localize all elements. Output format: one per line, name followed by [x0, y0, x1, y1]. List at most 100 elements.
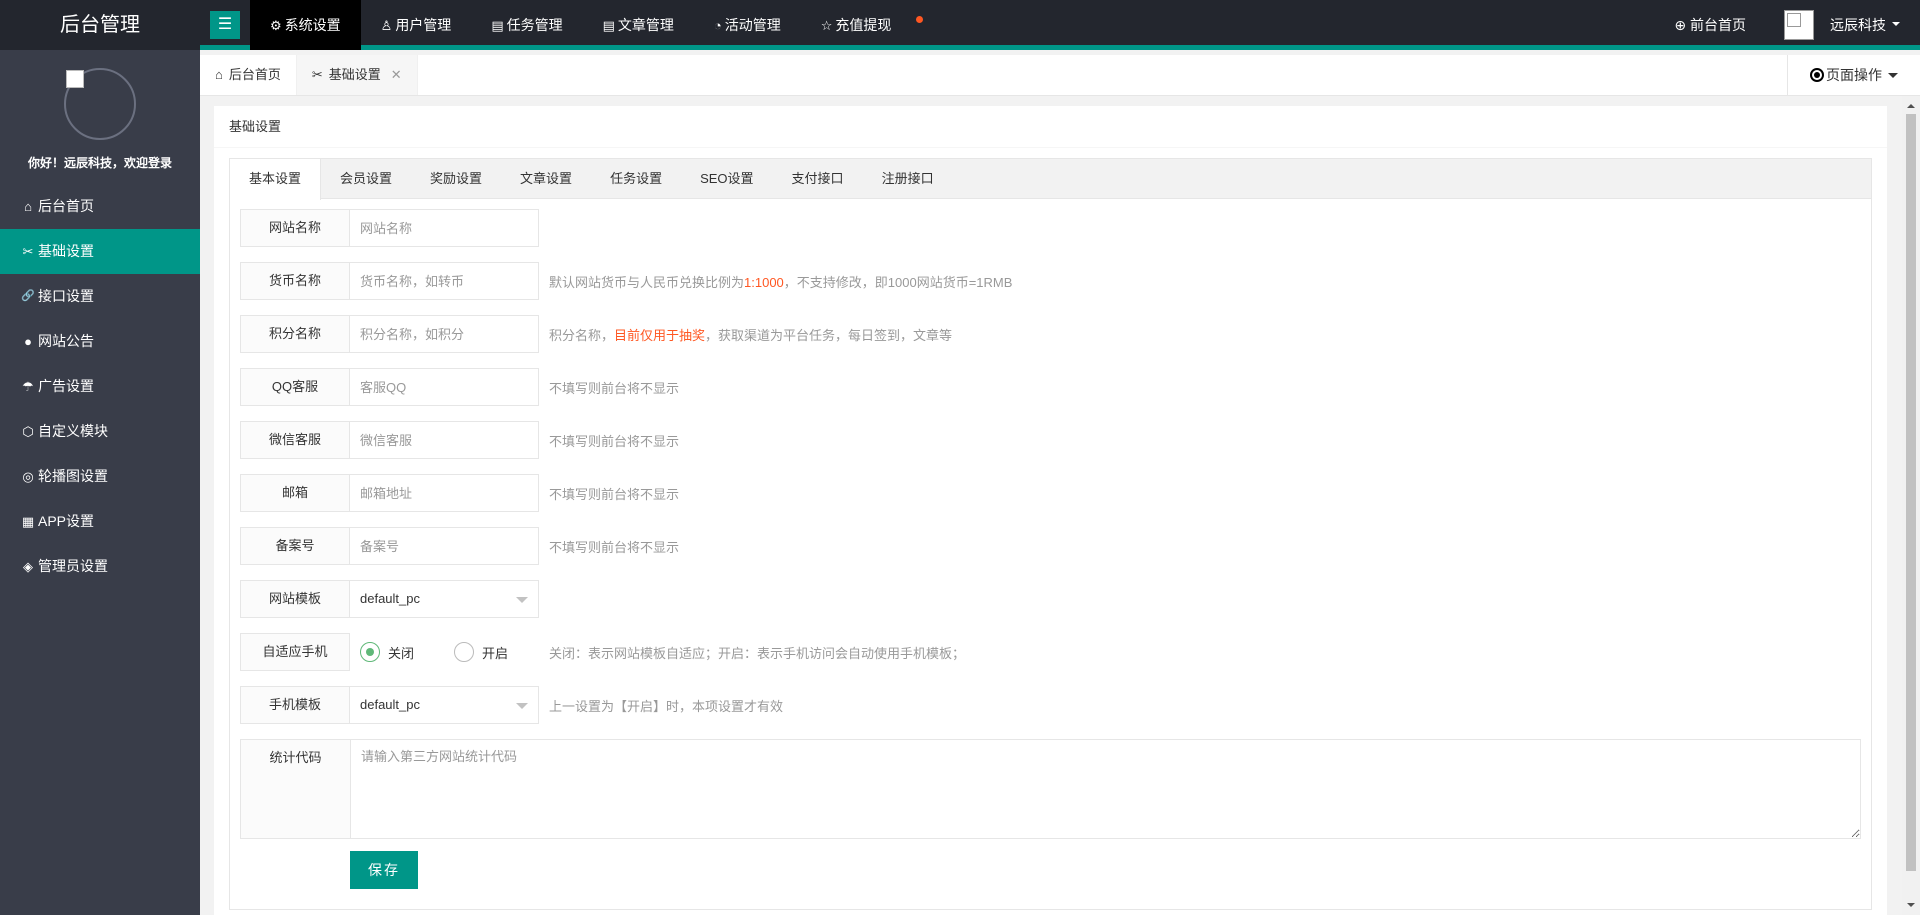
tab-article[interactable]: 文章设置: [501, 159, 591, 198]
icp-input[interactable]: [350, 527, 539, 565]
currency-row: 货币名称 默认网站货币与人民币兑换比例为1:1000，不支持修改，即1000网站…: [240, 262, 1861, 300]
radio-label: 开启: [482, 645, 509, 661]
wechat-input[interactable]: [350, 421, 539, 459]
welcome-text: 你好！远辰科技，欢迎登录: [27, 156, 172, 170]
adaptive-label: 自适应手机: [240, 633, 350, 671]
close-icon[interactable]: ✕: [391, 67, 402, 82]
points-hint: 积分名称，目前仅用于抽奖，获取渠道为平台任务，每日签到，文章等: [549, 325, 952, 344]
hint-highlight: 1:1000: [744, 274, 784, 290]
target-icon: [1810, 68, 1824, 83]
settings-tabs: 基本设置 会员设置 奖励设置 文章设置 任务设置 SEO设置 支付接口 注册接口: [230, 159, 1871, 200]
settings-card: 基础设置 基本设置 会员设置 奖励设置 文章设置 任务设置 SEO设置 支付接口…: [214, 106, 1887, 915]
menu-toggle-icon: ☰: [210, 11, 240, 39]
tab-task[interactable]: 任务设置: [591, 159, 681, 198]
sidebar-item-announcement[interactable]: ● 网站公告: [0, 319, 200, 364]
save-button[interactable]: 保存: [350, 851, 418, 889]
nav-label: 任务管理: [506, 17, 563, 33]
adaptive-off-option[interactable]: 关闭: [360, 642, 414, 662]
user-avatar[interactable]: [1784, 10, 1814, 40]
sidebar-item-admin[interactable]: ◈ 管理员设置: [0, 544, 200, 589]
sidebar-item-home[interactable]: ⌂ 后台首页: [0, 184, 200, 229]
mobile-template-select[interactable]: default_pc: [350, 686, 539, 724]
tab-basic[interactable]: 基本设置: [230, 159, 322, 200]
sidebar-item-api-settings[interactable]: 🔗 接口设置: [0, 274, 200, 319]
front-home-label: 前台首页: [1690, 17, 1746, 33]
tab-payment[interactable]: 支付接口: [773, 159, 863, 198]
points-label: 积分名称: [240, 315, 350, 353]
wechat-row: 微信客服 不填写则前台将不显示: [240, 421, 1861, 459]
icp-label: 备案号: [240, 527, 350, 565]
sidebar: 后台管理 你好！远辰科技，欢迎登录 ⌂ 后台首页 ✂ 基础设置 🔗 接口设置 ● 网站公…: [0, 0, 200, 915]
document-icon: ▤: [491, 18, 504, 33]
tab-register[interactable]: 注册接口: [863, 159, 953, 198]
mobile-template-hint: 上一设置为【开启】时，本项设置才有效: [549, 698, 784, 714]
nav-article-management[interactable]: ▤ 文章管理: [583, 0, 694, 50]
link-icon: 🔗: [21, 290, 35, 302]
scroll-up-arrow-icon[interactable]: [1907, 100, 1915, 108]
sidebar-item-basic-settings[interactable]: ✂ 基础设置: [0, 229, 200, 274]
hint-text: 默认网站货币与人民币兑换比例为: [549, 274, 745, 290]
adaptive-hint: 关闭：表示网站模板自适应；开启：表示手机访问会自动使用手机模板；: [549, 645, 966, 661]
scissors-icon: ✂: [311, 67, 323, 82]
sidebar-item-ads[interactable]: ☂ 广告设置: [0, 364, 200, 409]
stats-code-textarea[interactable]: [350, 739, 1861, 839]
hint-text: ，获取渠道为平台任务，每日签到，文章等: [705, 327, 953, 343]
points-input[interactable]: [350, 315, 539, 353]
settings-tabpanel: 基本设置 会员设置 奖励设置 文章设置 任务设置 SEO设置 支付接口 注册接口…: [229, 158, 1872, 910]
radio-label: 关闭: [388, 645, 415, 661]
page-scrollbar[interactable]: [1902, 96, 1920, 915]
currency-hint: 默认网站货币与人民币兑换比例为1:1000，不支持修改，即1000网站货币=1R…: [549, 272, 1012, 291]
scissors-icon: ✂: [22, 244, 34, 259]
sidebar-item-carousel[interactable]: ◎ 轮播图设置: [0, 454, 200, 499]
nav-recharge-withdraw[interactable]: ☆ 充值提现: [801, 0, 924, 50]
front-home-link[interactable]: ⊕ 前台首页: [1674, 15, 1746, 35]
sidebar-toggle-button[interactable]: ☰: [200, 0, 250, 50]
adaptive-row: 自适应手机 关闭 开启 关闭：表示网站模板自适应；开启：表示手机访问会自动使用手…: [240, 633, 1861, 671]
nav-activity-management[interactable]: ◔ 活动管理: [694, 0, 801, 50]
page-operations-dropdown[interactable]: 页面操作: [1787, 55, 1920, 95]
chevron-down-icon: [516, 597, 528, 609]
qq-label: QQ客服: [240, 368, 350, 406]
star-icon: ☆: [820, 18, 833, 33]
sidebar-item-label: 网站公告: [38, 333, 94, 349]
adaptive-radio-group: 关闭 开启: [360, 642, 539, 662]
qq-input[interactable]: [350, 368, 539, 406]
sidebar-item-custom-module[interactable]: ⬡ 自定义模块: [0, 409, 200, 454]
adaptive-on-option[interactable]: 开启: [454, 642, 508, 662]
palette-icon: ◎: [22, 469, 34, 484]
sidebar-item-label: 自定义模块: [38, 423, 108, 439]
nav-label: 用户管理: [395, 17, 452, 33]
sidebar-item-app[interactable]: ▦ APP设置: [0, 499, 200, 544]
nav-user-management[interactable]: ♙ 用户管理: [361, 0, 472, 50]
tab-label: 基础设置: [328, 67, 381, 82]
email-input[interactable]: [350, 474, 539, 512]
currency-input[interactable]: [350, 262, 539, 300]
tab-member[interactable]: 会员设置: [321, 159, 411, 198]
cube-icon: ⬡: [22, 424, 34, 439]
scroll-thumb[interactable]: [1906, 114, 1916, 871]
tab-reward[interactable]: 奖励设置: [411, 159, 501, 198]
nav-label: 文章管理: [617, 17, 674, 33]
save-row: 保存: [240, 851, 1861, 889]
mobile-template-value: default_pc: [360, 697, 420, 712]
tab-basic-settings[interactable]: ✂ 基础设置 ✕: [296, 55, 418, 95]
nav-task-management[interactable]: ▤ 任务管理: [471, 0, 582, 50]
app-logo: 后台管理: [0, 0, 200, 50]
mobile-template-label: 手机模板: [240, 686, 350, 724]
sidebar-item-label: 轮播图设置: [38, 468, 108, 484]
user-menu[interactable]: 远辰科技: [1830, 15, 1900, 35]
nav-system-settings[interactable]: ⚙ 系统设置: [250, 0, 361, 50]
hint-text: 积分名称，: [549, 327, 615, 343]
stats-code-row: 统计代码: [240, 739, 1861, 839]
template-select[interactable]: default_pc: [350, 580, 539, 618]
site-name-label: 网站名称: [240, 209, 350, 247]
template-label: 网站模板: [240, 580, 350, 618]
site-name-input[interactable]: [350, 209, 539, 247]
scroll-down-arrow-icon[interactable]: [1907, 903, 1915, 911]
user-icon: ♙: [380, 18, 393, 33]
sidebar-item-label: 接口设置: [38, 288, 94, 304]
tab-seo[interactable]: SEO设置: [681, 159, 772, 198]
tab-home[interactable]: ⌂ 后台首页: [200, 55, 297, 95]
globe-icon: ⊕: [1674, 17, 1687, 33]
basic-settings-form: 网站名称 货币名称 默认网站货币与人民币兑换比例为1:1000，不支持修改，即1…: [230, 199, 1871, 909]
